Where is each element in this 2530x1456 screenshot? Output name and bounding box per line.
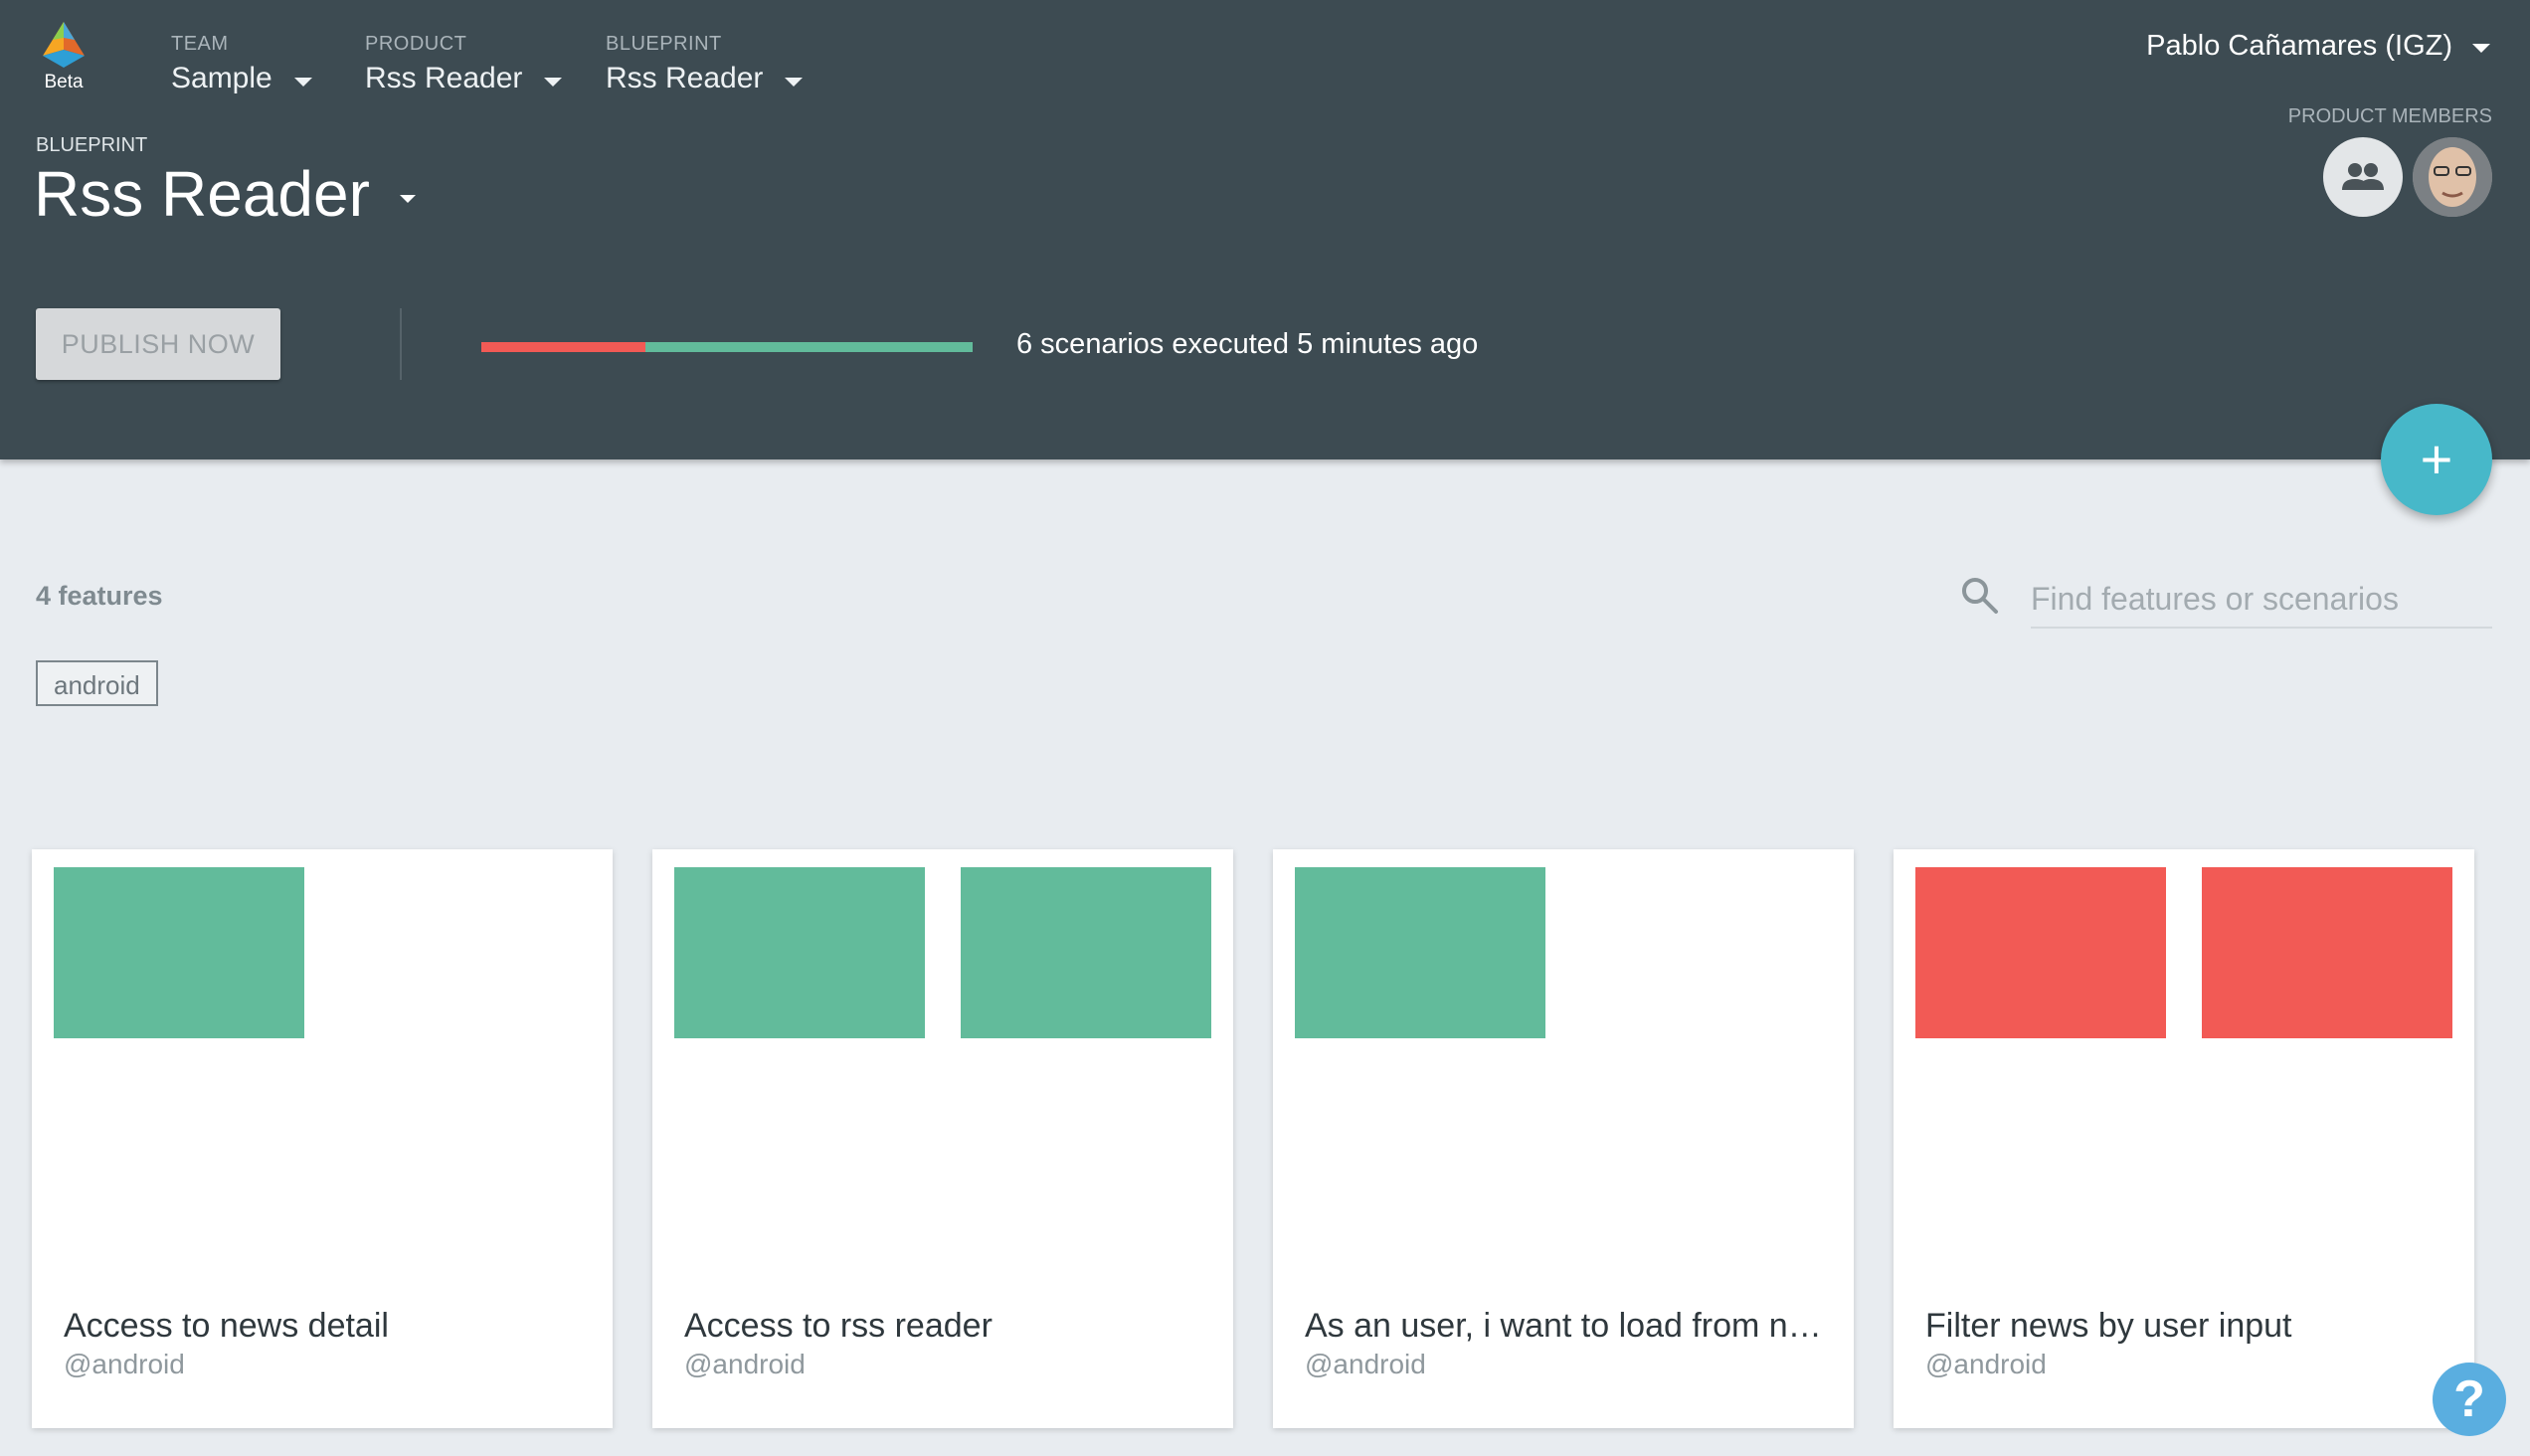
user-name: Pablo Cañamares (IGZ) <box>2146 30 2452 62</box>
feature-card[interactable]: As an user, i want to load from net… @and… <box>1273 849 1854 1428</box>
nav-product-label: PRODUCT <box>365 33 467 55</box>
feature-tag: @android <box>1305 1349 1426 1379</box>
chevron-down-icon <box>293 77 312 87</box>
publish-now-button[interactable]: PUBLISH NOW <box>36 308 280 380</box>
nav-team-label: TEAM <box>171 33 229 55</box>
feature-tag: @android <box>64 1349 185 1379</box>
scenario-passed-block[interactable] <box>54 867 304 1038</box>
pyramid-logo-icon <box>43 22 85 68</box>
members-group-button[interactable] <box>2323 137 2403 217</box>
feature-card[interactable]: Access to news detail @android <box>32 849 613 1428</box>
nav-blueprint-value: Rss Reader <box>606 62 764 94</box>
feature-title: Access to news detail <box>64 1307 389 1345</box>
scenario-failed-block[interactable] <box>1915 867 2166 1038</box>
chevron-down-icon <box>785 77 804 87</box>
feature-tag: @android <box>1925 1349 2047 1379</box>
tag-filter-android[interactable]: android <box>36 660 158 706</box>
execution-progress-bar <box>481 342 973 352</box>
app-header: Beta TEAM Sample PRODUCT Rss Reader BLUE… <box>0 0 2530 459</box>
search-input[interactable] <box>2031 571 2492 629</box>
scenario-passed-block[interactable] <box>961 867 1211 1038</box>
feature-tag: @android <box>684 1349 806 1379</box>
feature-title: Filter news by user input <box>1925 1307 2292 1345</box>
execution-summary: 6 scenarios executed 5 minutes ago <box>1016 328 1479 360</box>
nav-team[interactable]: TEAM Sample <box>171 33 312 95</box>
page-title: Rss Reader <box>34 158 370 230</box>
features-count: 4 features <box>36 581 163 611</box>
user-menu[interactable]: Pablo Cañamares (IGZ) <box>2146 30 2490 63</box>
feature-card[interactable]: Filter news by user input @android <box>1894 849 2474 1428</box>
add-feature-button[interactable]: + <box>2381 404 2492 515</box>
divider <box>400 308 402 380</box>
help-button[interactable]: ? <box>2433 1363 2506 1436</box>
blueprint-title-dropdown[interactable]: Rss Reader <box>34 157 416 231</box>
chevron-down-icon <box>544 77 563 87</box>
nav-blueprint[interactable]: BLUEPRINT Rss Reader <box>606 33 804 95</box>
nav-blueprint-label: BLUEPRINT <box>606 33 722 55</box>
group-icon <box>2342 163 2384 190</box>
chevron-down-icon <box>399 195 416 203</box>
search-icon <box>1962 578 1998 614</box>
failed-portion <box>481 342 645 352</box>
nav-team-value: Sample <box>171 62 272 94</box>
nav-product-value: Rss Reader <box>365 62 523 94</box>
blueprint-label: BLUEPRINT <box>36 134 148 156</box>
logo-text: Beta <box>44 72 84 92</box>
scenario-passed-block[interactable] <box>1295 867 1545 1038</box>
avatar[interactable] <box>2413 137 2492 217</box>
app-logo[interactable]: Beta <box>36 20 91 93</box>
feature-card[interactable]: Access to rss reader @android <box>652 849 1233 1428</box>
help-icon: ? <box>2453 1370 2485 1428</box>
product-members-label: PRODUCT MEMBERS <box>2287 105 2492 127</box>
nav-product[interactable]: PRODUCT Rss Reader <box>365 33 563 95</box>
scenario-passed-block[interactable] <box>674 867 925 1038</box>
feature-title: Access to rss reader <box>684 1307 993 1345</box>
feature-title: As an user, i want to load from net… <box>1305 1307 1824 1345</box>
user-avatar-icon <box>2413 137 2492 217</box>
chevron-down-icon <box>2472 44 2490 53</box>
scenario-failed-block[interactable] <box>2202 867 2452 1038</box>
